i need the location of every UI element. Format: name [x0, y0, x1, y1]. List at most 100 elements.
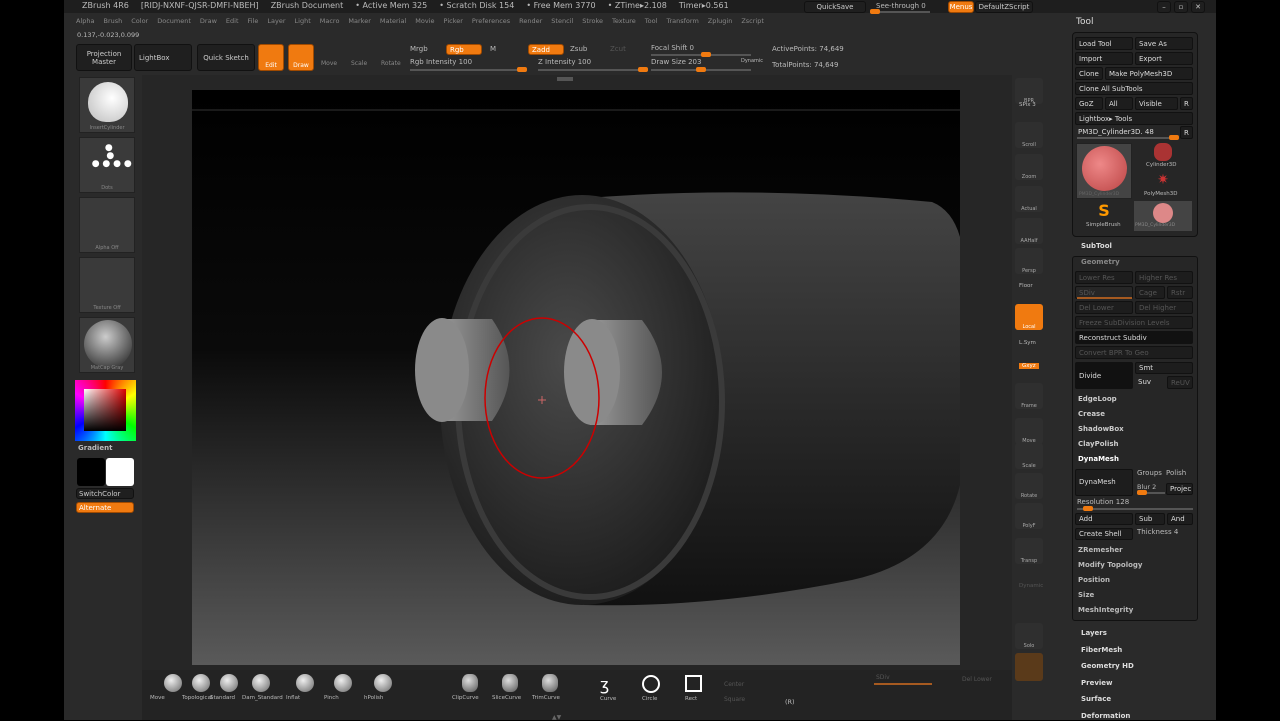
lightbox-tools-button[interactable]: Lightbox▸ Tools	[1075, 112, 1193, 125]
menu-document[interactable]: Document	[157, 17, 191, 25]
curve-brush-icon[interactable]	[542, 674, 558, 692]
move-button[interactable]: Move	[321, 60, 337, 67]
edgeloop-section[interactable]: EdgeLoop	[1078, 395, 1117, 403]
brush-icon[interactable]	[296, 674, 314, 692]
menu-stencil[interactable]: Stencil	[551, 17, 573, 25]
del-lower-button[interactable]: Del Lower	[962, 676, 992, 683]
rgb-intensity-slider[interactable]: Rgb Intensity 100	[410, 58, 472, 66]
draw-button[interactable]: Draw	[288, 44, 314, 71]
close-icon[interactable]: ✕	[1191, 1, 1205, 13]
alpha-thumbnail[interactable]: Alpha Off	[79, 197, 135, 253]
tool-thumb-cylinder[interactable]: Cylinder3D	[1134, 143, 1192, 171]
menu-draw[interactable]: Draw	[200, 17, 217, 25]
menu-material[interactable]: Material	[380, 17, 406, 25]
brush-clipcurve[interactable]: ClipCurve	[452, 695, 479, 701]
cage-button[interactable]: Cage	[1135, 286, 1165, 299]
material-thumbnail[interactable]: MatCap Gray	[79, 317, 135, 373]
brush-icon[interactable]	[220, 674, 238, 692]
zsub-button[interactable]: Zsub	[570, 45, 587, 53]
modify-topology-section[interactable]: Modify Topology	[1078, 561, 1143, 569]
tool-thumb-pm3d[interactable]: PM3D_Cylinder3D	[1134, 201, 1192, 231]
quick-sketch-button[interactable]: Quick Sketch	[197, 44, 255, 71]
right-shelf-polyf[interactable]: PolyF	[1015, 503, 1043, 529]
brush-icon[interactable]	[252, 674, 270, 692]
switch-color-button[interactable]: SwitchColor	[76, 488, 134, 499]
m-button[interactable]: M	[490, 45, 496, 53]
right-shelf-bpr[interactable]: BPR	[1015, 78, 1043, 104]
geometry-section[interactable]: Geometry	[1081, 258, 1120, 266]
brush-icon[interactable]	[192, 674, 210, 692]
add-button[interactable]: Add	[1075, 513, 1133, 525]
main-color-swatch[interactable]	[77, 458, 105, 486]
size-section[interactable]: Size	[1078, 591, 1094, 599]
right-shelf-floor[interactable]: Floor	[1019, 283, 1033, 289]
menu-stroke[interactable]: Stroke	[582, 17, 603, 25]
subtool-section[interactable]: SubTool	[1081, 242, 1112, 250]
maximize-icon[interactable]: ▫	[1174, 1, 1188, 13]
menu-preferences[interactable]: Preferences	[472, 17, 510, 25]
brush-icon[interactable]	[334, 674, 352, 692]
import-button[interactable]: Import	[1075, 52, 1133, 65]
right-shelf-local[interactable]: Local	[1015, 304, 1043, 330]
scale-button[interactable]: Scale	[351, 60, 367, 67]
higher-res-button[interactable]: Higher Res	[1135, 271, 1193, 284]
menu-texture[interactable]: Texture	[612, 17, 636, 25]
zremesher-section[interactable]: ZRemesher	[1078, 546, 1123, 554]
menu-edit[interactable]: Edit	[226, 17, 239, 25]
square-button[interactable]: Square	[724, 696, 745, 703]
lower-res-button[interactable]: Lower Res	[1075, 271, 1133, 284]
alternate-button[interactable]: Alternate	[76, 502, 134, 513]
right-shelf-dynamic[interactable]: Dynamic	[1019, 583, 1043, 589]
menu-tool[interactable]: Tool	[645, 17, 658, 25]
sdiv-slider[interactable]: SDiv	[876, 674, 890, 681]
circle-icon[interactable]	[642, 675, 660, 693]
menu-picker[interactable]: Picker	[444, 17, 463, 25]
stroke-circle[interactable]: Circle	[642, 696, 657, 702]
dynamesh-button[interactable]: DynaMesh	[1075, 469, 1133, 496]
polish-toggle[interactable]: Polish	[1166, 469, 1186, 477]
section-fibermesh[interactable]: FiberMesh	[1081, 646, 1122, 654]
thickness-slider[interactable]: Thickness 4	[1137, 528, 1178, 536]
right-shelf-l-sym[interactable]: L.Sym	[1019, 340, 1036, 346]
curve-icon[interactable]: ʒ	[600, 675, 609, 694]
create-shell-button[interactable]: Create Shell	[1075, 528, 1133, 540]
smt-toggle[interactable]: Smt	[1135, 362, 1193, 374]
minimize-icon[interactable]: –	[1157, 1, 1171, 13]
menu-macro[interactable]: Macro	[320, 17, 340, 25]
tool-thumb-simplebrush[interactable]: S SimpleBrush	[1076, 201, 1132, 231]
load-tool-button[interactable]: Load Tool	[1075, 37, 1133, 50]
document-viewport[interactable]	[192, 90, 960, 665]
right-shelf-frame[interactable]: Frame	[1015, 383, 1043, 409]
menu-brush[interactable]: Brush	[103, 17, 122, 25]
right-shelf-transp[interactable]: Transp	[1015, 538, 1043, 564]
mrgb-button[interactable]: Mrgb	[410, 45, 428, 53]
zcut-button[interactable]: Zcut	[610, 45, 626, 53]
menu-light[interactable]: Light	[295, 17, 311, 25]
reuv-button[interactable]: ReUV	[1167, 376, 1193, 389]
see-through-slider[interactable]: See-through 0	[876, 2, 926, 10]
menu-transform[interactable]: Transform	[666, 17, 698, 25]
menu-zplugin[interactable]: Zplugin	[708, 17, 733, 25]
divide-button[interactable]: Divide	[1075, 362, 1133, 389]
clone-all-subtools-button[interactable]: Clone All SubTools	[1075, 82, 1193, 95]
lightbox-button[interactable]: LightBox	[134, 44, 192, 71]
secondary-color-swatch[interactable]	[106, 458, 134, 486]
right-shelf-solo[interactable]: Solo	[1015, 623, 1043, 649]
del-lower-button[interactable]: Del Lower	[1075, 301, 1133, 314]
brush-hpolish[interactable]: hPolish	[364, 695, 383, 701]
right-shelf-zoom[interactable]: Zoom	[1015, 154, 1043, 180]
stroke-thumbnail[interactable]: ● ● ● ● ● ● Dots	[79, 137, 135, 193]
shadowbox-section[interactable]: ShadowBox	[1078, 425, 1124, 433]
curve-brush-icon[interactable]	[462, 674, 478, 692]
right-shelf-move[interactable]: Move	[1015, 418, 1043, 444]
section-geometry-hd[interactable]: Geometry HD	[1081, 662, 1134, 670]
section-layers[interactable]: Layers	[1081, 629, 1107, 637]
brush-dam_standard[interactable]: Dam_Standard	[242, 695, 283, 701]
menu-zscript[interactable]: Zscript	[741, 17, 764, 25]
and-button[interactable]: And	[1167, 513, 1193, 525]
freeze-subdivision-button[interactable]: Freeze SubDivision Levels	[1075, 316, 1193, 329]
z-intensity-slider[interactable]: Z Intensity 100	[538, 58, 591, 66]
sub-button[interactable]: Sub	[1135, 513, 1165, 525]
brush-thumbnail[interactable]: InsertCylinder	[79, 77, 135, 133]
right-shelf-rotate[interactable]: Rotate	[1015, 473, 1043, 499]
